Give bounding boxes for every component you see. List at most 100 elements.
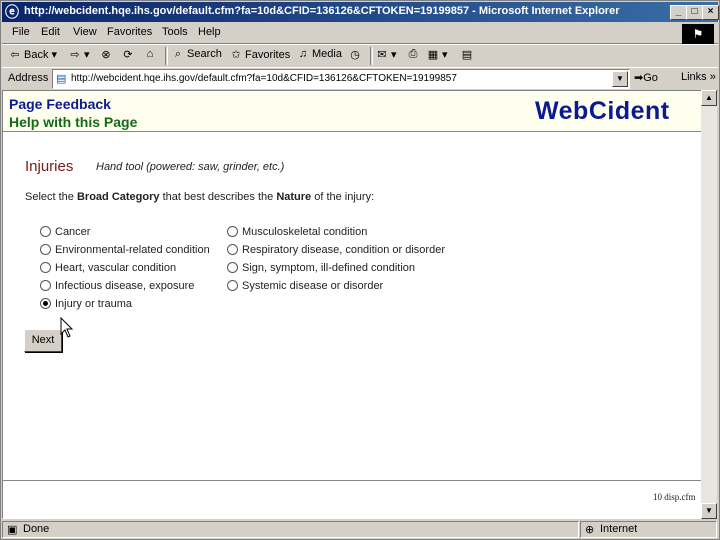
address-dropdown-icon[interactable]: ▼ [612,71,628,87]
radio-button[interactable] [40,243,51,255]
discuss-icon: ▤ [461,49,473,61]
refresh-button[interactable]: ⟳ [121,48,137,61]
option-sign-symptom[interactable]: Sign, symptom, ill-defined condition [227,261,416,278]
favorites-button[interactable]: ✩ Favorites [229,48,290,61]
address-input[interactable]: ▤ http://webcident.hqe.ihs.gov/default.c… [52,69,630,89]
forward-arrow-icon: ⇨ [70,49,80,61]
chevron-right-icon: » [709,71,716,83]
page-header: Page Feedback Help with this Page WebCid… [3,91,701,132]
menu-favorites[interactable]: Favorites [107,26,152,38]
address-url: http://webcident.hqe.ihs.gov/default.cfm… [71,73,457,84]
radio-button[interactable] [227,225,238,237]
back-label: Back [24,49,49,61]
back-arrow-icon: ⇦ [10,49,20,61]
menu-bar: File Edit View Favorites Tools Help ⚑ [2,23,718,44]
media-label: Media [312,48,342,60]
dropdown-arrow-icon[interactable]: ▾ [84,49,90,61]
menu-view[interactable]: View [73,26,97,38]
page-done-icon: ▣ [7,524,18,536]
option-cancer[interactable]: Cancer [40,225,91,242]
windows-flag-icon: ⚑ [682,24,714,44]
dropdown-arrow-icon[interactable]: ▾ [52,49,58,61]
option-label: Sign, symptom, ill-defined condition [242,262,416,274]
standard-toolbar: ⇦ Back ▾ ⇨ ▾ ⊗ ⟳ ⌂ ⌕ Search ✩ Favorites ♫ Med… [2,44,718,68]
option-heart[interactable]: Heart, vascular condition [40,261,176,278]
page-subtitle: Hand tool (powered: saw, grinder, etc.) [96,161,285,173]
help-link[interactable]: Help with this Page [9,114,137,130]
forward-button[interactable]: ⇨ ▾ [68,48,90,61]
option-systemic[interactable]: Systemic disease or disorder [227,279,384,296]
page-content: Page Feedback Help with this Page WebCid… [2,90,702,519]
ie-logo-icon: ⓔ [5,4,19,20]
address-bar: Address ▤ http://webcident.hqe.ihs.gov/d… [2,67,718,91]
next-button[interactable]: Next [24,329,62,352]
back-button[interactable]: ⇦ Back ▾ [8,48,57,61]
menu-tools[interactable]: Tools [162,26,188,38]
option-infectious[interactable]: Infectious disease, exposure [40,279,195,296]
option-label: Infectious disease, exposure [55,280,195,292]
status-zone: ⊕ Internet [580,521,717,538]
option-respiratory[interactable]: Respiratory disease, condition or disord… [227,243,445,260]
close-button[interactable]: × [702,5,719,20]
option-label: Environmental-related condition [55,244,210,256]
instruction-bold: Broad Category [76,191,160,203]
home-button[interactable]: ⌂ [143,48,159,60]
browser-window: ⓔ http://webcident.hqe.ihs.gov/default.c… [0,0,720,540]
option-injury[interactable]: Injury or trauma [40,297,132,314]
media-icon: ♫ [298,48,308,60]
option-label: Cancer [55,226,91,238]
option-label: Systemic disease or disorder [242,280,384,292]
favorites-label: Favorites [245,49,291,61]
internet-globe-icon: ⊕ [585,524,595,536]
radio-button[interactable] [40,261,51,273]
status-bar: ▣ Done ⊕ Internet [2,520,718,538]
brand-logo: WebCident [535,97,670,125]
scroll-down-arrow-icon[interactable]: ▼ [701,503,717,519]
print-button[interactable]: ⎙ [406,48,422,61]
search-label: Search [187,48,222,60]
favorites-star-icon: ✩ [231,49,241,61]
title-bar: ⓔ http://webcident.hqe.ihs.gov/default.c… [2,2,719,22]
toolbar-separator [165,47,168,65]
zone-text: Internet [600,523,638,535]
mail-button[interactable]: ✉ ▾ [375,48,396,61]
stop-icon: ⊗ [101,49,111,61]
footer-page-code: 10 disp.cfm [653,492,696,502]
page-feedback-link[interactable]: Page Feedback [9,96,111,112]
radio-button[interactable] [40,225,51,237]
option-label: Musculoskeletal condition [242,226,368,238]
links-label: Links [681,71,707,83]
option-environmental[interactable]: Environmental-related condition [40,243,210,260]
maximize-button[interactable]: □ [686,5,703,20]
history-icon: ◷ [350,49,360,61]
option-label: Respiratory disease, condition or disord… [242,244,445,256]
footer-divider [3,480,701,481]
minimize-button[interactable]: _ [670,5,687,20]
stop-button[interactable]: ⊗ [99,48,115,61]
vertical-scrollbar[interactable]: ▲ ▼ [701,90,717,519]
window-title: http://webcident.hqe.ihs.gov/default.cfm… [24,5,620,17]
links-button[interactable]: Links » [681,71,716,83]
menu-file[interactable]: File [12,26,30,38]
option-musculoskeletal[interactable]: Musculoskeletal condition [227,225,368,242]
toolbar-separator [370,47,373,65]
address-label: Address [8,72,49,84]
radio-button[interactable] [40,279,51,291]
history-button[interactable]: ◷ [348,48,364,61]
search-button[interactable]: ⌕ Search [171,48,222,61]
menu-edit[interactable]: Edit [41,26,60,38]
go-button[interactable]: ➡Go [634,71,658,84]
radio-button[interactable] [227,243,238,255]
menu-help[interactable]: Help [198,26,221,38]
go-label: Go [643,72,658,84]
radio-button[interactable] [227,279,238,291]
radio-button-selected[interactable] [40,297,51,309]
radio-button[interactable] [227,261,238,273]
edit-button[interactable]: ▦ ▾ [426,48,448,61]
print-icon: ⎙ [408,48,418,60]
discuss-button[interactable]: ▤ [460,48,476,61]
status-main: ▣ Done [2,521,579,538]
scroll-up-arrow-icon[interactable]: ▲ [701,90,717,106]
instruction-text: Select the Broad Category that best desc… [25,191,374,203]
media-button[interactable]: ♫ Media [296,48,342,60]
